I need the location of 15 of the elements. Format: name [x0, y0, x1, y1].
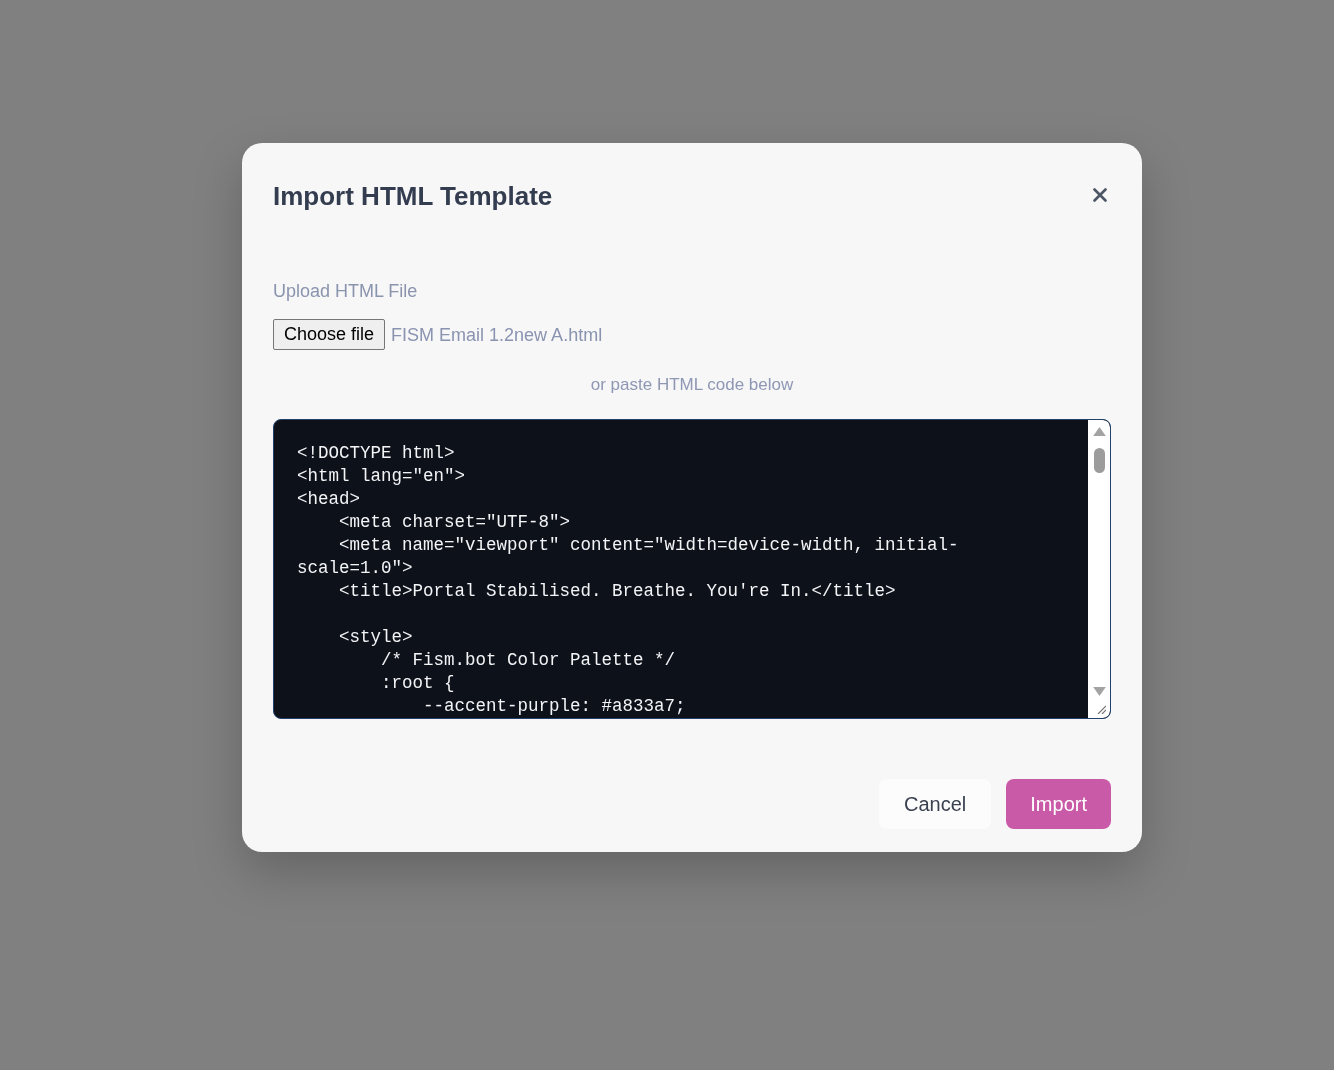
scrollbar[interactable] [1088, 420, 1110, 718]
file-name: FISM Email 1.2new A.html [391, 323, 603, 347]
dialog-title: Import HTML Template [273, 180, 553, 213]
code-textarea[interactable]: <!DOCTYPE html> <html lang="en"> <head> <meta charset="UTF-8"> <meta name="viewport" content="width=device-width, initial-scale=1.0"> <title>Portal Stabilised. Breathe. You're In.</title> <style> /* Fism.bot Color Palette */ :root { --accent-purple: #a833a7; [273, 419, 1111, 719]
close-button[interactable] [1093, 187, 1107, 202]
import-button[interactable]: Import [1006, 779, 1111, 829]
scrollbar-thumb[interactable] [1093, 448, 1105, 473]
choose-file-button[interactable]: Choose file [273, 319, 386, 350]
resize-grip-icon[interactable] [1097, 705, 1106, 714]
scroll-down-arrow-icon[interactable] [1092, 687, 1106, 696]
scroll-up-arrow-icon[interactable] [1092, 427, 1106, 436]
upload-label: Upload HTML File [273, 280, 418, 303]
cancel-button[interactable]: Cancel [879, 779, 992, 829]
close-icon [1093, 187, 1107, 202]
paste-hint: or paste HTML code below [590, 374, 794, 396]
